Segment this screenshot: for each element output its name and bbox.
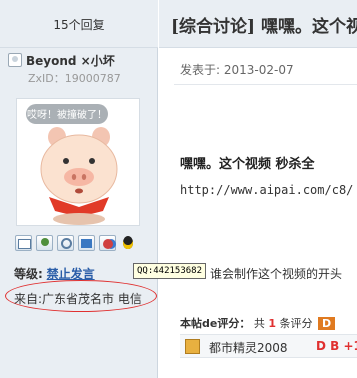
author-actions: [15, 234, 143, 252]
pig-avatar-icon: 哎呀！被撞破了！: [17, 99, 139, 225]
rating-label: 本帖de评分：: [180, 317, 251, 330]
author-username[interactable]: Beyond ×小坏: [26, 52, 115, 69]
author-location: 来自:广东省茂名市 电信: [14, 292, 142, 306]
user-icon: [8, 53, 22, 67]
post-date: 发表于: 2013-02-07: [180, 63, 294, 77]
add-friend-icon[interactable]: [36, 235, 53, 251]
group-icon[interactable]: [99, 235, 116, 251]
qq-tooltip: QQ:442153682: [133, 263, 207, 279]
thread-title: [综合讨论] 嘿嘿。这个视: [171, 17, 357, 37]
rating-count: 1: [268, 317, 276, 330]
level-value[interactable]: 禁止发言: [47, 267, 95, 281]
reply-count-header: 15个回复: [0, 0, 158, 48]
rater-avatar[interactable]: [185, 339, 200, 354]
post-body-line: 谁会制作这个视频的开头: [210, 267, 343, 281]
post-body-text: 嘿嘿。这个视频 秒杀全: [180, 157, 315, 172]
mail-icon[interactable]: [15, 235, 32, 251]
author-zxid: ZxID：19000787: [28, 72, 121, 85]
rating-total-suffix: 条评分: [279, 317, 313, 330]
rater-score: D B +1: [316, 339, 357, 353]
rating-total-prefix: 共: [253, 317, 265, 330]
avatar-caption: 哎呀！被撞破了！: [27, 108, 107, 121]
qq-icon[interactable]: [120, 235, 137, 251]
author-line[interactable]: Beyond ×小坏: [8, 52, 115, 68]
search-posts-icon[interactable]: [57, 235, 74, 251]
level-label: 等级:: [14, 267, 43, 281]
rating-summary: 本帖de评分： 共 1 条评分 D: [180, 315, 336, 331]
profile-card-icon[interactable]: [78, 235, 95, 251]
post-link[interactable]: http://www.aipai.com/c8/: [180, 183, 353, 197]
rating-tag: D: [318, 317, 336, 330]
divider: [174, 84, 357, 85]
reply-count: 15个回复: [53, 18, 105, 32]
avatar[interactable]: 哎呀！被撞破了！: [16, 98, 140, 226]
rating-row: 都市精灵2008 D B +1: [180, 334, 357, 358]
rater-name[interactable]: 都市精灵2008: [209, 339, 288, 356]
